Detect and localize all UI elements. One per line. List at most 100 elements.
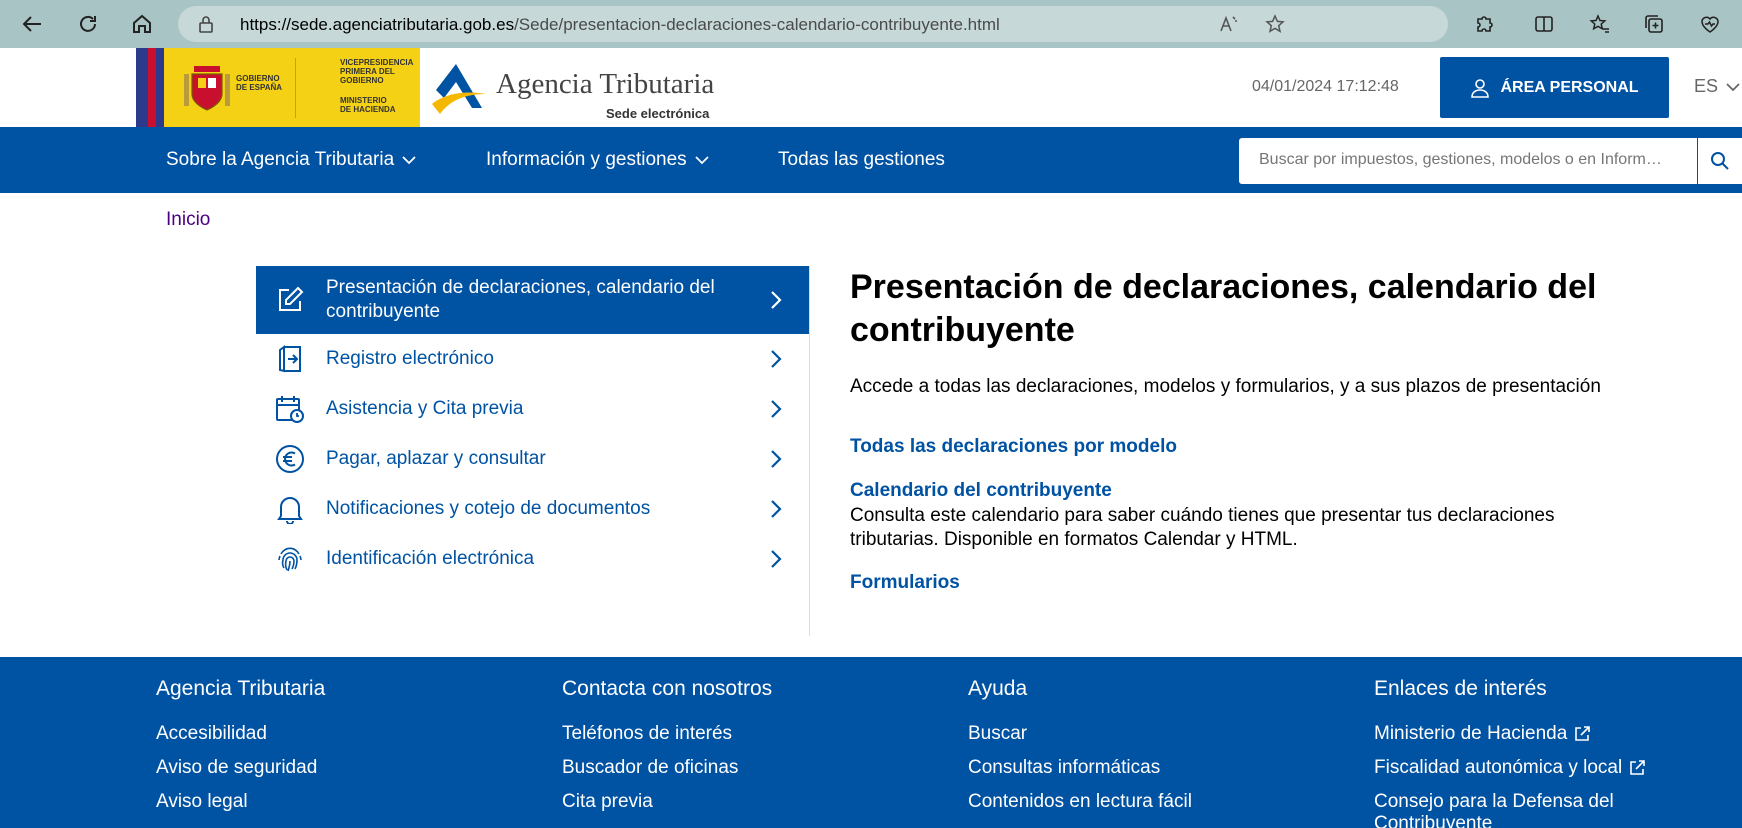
chevron-down-icon [695, 156, 709, 165]
gov-spain-text: GOBIERNO DE ESPAÑA [236, 74, 283, 92]
footer-heading: Enlaces de interés [1374, 677, 1547, 700]
aeat-symbol-icon [432, 64, 486, 114]
chevron-right-icon [771, 400, 782, 418]
menu-item-label: Asistencia y Cita previa [326, 398, 524, 419]
url-text[interactable]: https://sede.agenciatributaria.gob.es/Se… [240, 15, 1000, 35]
main-navigation: Sobre la Agencia Tributaria Información … [0, 127, 1742, 193]
footer-link-aviso-seguridad[interactable]: Aviso de seguridad [156, 751, 526, 785]
lock-icon[interactable] [198, 15, 214, 38]
bell-icon [274, 493, 306, 525]
nav-todas-gestiones[interactable]: Todas las gestiones [778, 149, 945, 171]
chevron-right-icon [771, 350, 782, 368]
chevron-right-icon [771, 450, 782, 468]
menu-item-label: Notificaciones y cotejo de documentos [326, 498, 651, 519]
logo-separator [295, 58, 296, 118]
site-footer: Agencia Tributaria Accesibilidad Aviso d… [0, 657, 1742, 828]
menu-item-notificaciones[interactable]: Notificaciones y cotejo de documentos [256, 484, 809, 534]
area-personal-label: ÁREA PERSONAL [1500, 78, 1639, 96]
nav-sobre-agencia[interactable]: Sobre la Agencia Tributaria [166, 149, 416, 171]
split-screen-icon[interactable] [1526, 6, 1562, 42]
footer-col-ayuda: Ayuda Buscar Consultas informáticas Cont… [968, 677, 1338, 819]
euro-icon [274, 443, 306, 475]
fingerprint-icon [274, 543, 306, 575]
browser-toolbar: https://sede.agenciatributaria.gob.es/Se… [0, 0, 1742, 48]
footer-link-buscar[interactable]: Buscar [968, 717, 1338, 751]
search-placeholder: Buscar por impuestos, gestiones, modelos… [1259, 151, 1664, 168]
footer-col-contacta: Contacta con nosotros Teléfonos de inter… [562, 677, 932, 819]
breadcrumb-inicio[interactable]: Inicio [166, 209, 210, 231]
menu-item-label: Presentación de declaraciones, calendari… [326, 277, 715, 322]
search-button[interactable] [1697, 138, 1742, 184]
calendario-description: Consulta este calendario para saber cuán… [850, 505, 1555, 550]
vicepresidencia-text: VICEPRESIDENCIA PRIMERA DEL GOBIERNO [340, 58, 414, 85]
language-selector[interactable]: ES [1694, 76, 1740, 97]
chevron-right-icon [771, 291, 782, 309]
chevron-right-icon [771, 500, 782, 518]
footer-link-label: Ministerio de Hacienda [1374, 723, 1568, 744]
footer-link-lectura-facil[interactable]: Contenidos en lectura fácil [968, 785, 1338, 819]
menu-item-label: Registro electrónico [326, 348, 494, 369]
page-title: Presentación de declaraciones, calendari… [850, 268, 1597, 349]
link-formularios[interactable]: Formularios [850, 572, 1730, 594]
home-icon[interactable] [124, 6, 160, 42]
footer-link-fiscalidad[interactable]: Fiscalidad autonómica y local [1374, 751, 1742, 785]
nav-informacion-gestiones[interactable]: Información y gestiones [486, 149, 709, 171]
extensions-icon[interactable] [1466, 6, 1502, 42]
search-icon [1711, 152, 1729, 170]
address-bar[interactable]: https://sede.agenciatributaria.gob.es/Se… [178, 6, 1448, 42]
favorite-star-icon[interactable] [1265, 14, 1285, 34]
collections-icon[interactable] [1636, 6, 1672, 42]
read-aloud-icon[interactable] [1218, 14, 1238, 34]
footer-link-label: Fiscalidad autonómica y local [1374, 757, 1623, 778]
current-datetime: 04/01/2024 17:12:48 [1252, 78, 1399, 95]
search-input[interactable]: Buscar por impuestos, gestiones, modelos… [1239, 138, 1701, 184]
menu-item-pagar[interactable]: Pagar, aplazar y consultar [256, 434, 809, 484]
footer-col-enlaces: Enlaces de interés Ministerio de Haciend… [1374, 677, 1742, 828]
footer-heading: Ayuda [968, 677, 1028, 700]
favorites-icon[interactable] [1582, 6, 1618, 42]
browser-essentials-icon[interactable] [1692, 6, 1728, 42]
brand-subtitle: Sede electrónica [606, 106, 710, 121]
door-in-icon [274, 343, 306, 375]
menu-item-asistencia[interactable]: Asistencia y Cita previa [256, 384, 809, 434]
nav-item-label: Sobre la Agencia Tributaria [166, 149, 395, 170]
footer-link-aviso-legal[interactable]: Aviso legal [156, 785, 526, 819]
external-link-icon [1630, 760, 1645, 775]
footer-link-telefonos[interactable]: Teléfonos de interés [562, 717, 932, 751]
content-divider [809, 266, 810, 636]
footer-link-consultas-informaticas[interactable]: Consultas informáticas [968, 751, 1338, 785]
language-label: ES [1694, 76, 1719, 96]
nav-item-label: Información y gestiones [486, 149, 687, 170]
chevron-down-icon [1726, 82, 1740, 91]
user-icon [1471, 78, 1490, 98]
external-link-icon [1575, 726, 1591, 741]
menu-item-label: Pagar, aplazar y consultar [326, 448, 546, 469]
chevron-right-icon [771, 550, 782, 568]
link-calendario-contribuyente[interactable]: Calendario del contribuyente [850, 480, 1730, 502]
refresh-icon[interactable] [70, 6, 106, 42]
back-icon[interactable] [14, 6, 50, 42]
footer-link-cita-previa[interactable]: Cita previa [562, 785, 932, 819]
site-header: GOBIERNO DE ESPAÑA VICEPRESIDENCIA PRIMERA… [0, 48, 1742, 127]
footer-heading: Agencia Tributaria [156, 677, 326, 700]
footer-heading: Contacta con nosotros [562, 677, 773, 700]
footer-link-accesibilidad[interactable]: Accesibilidad [156, 717, 526, 751]
area-personal-button[interactable]: ÁREA PERSONAL [1440, 57, 1669, 118]
footer-col-agencia: Agencia Tributaria Accesibilidad Aviso d… [156, 677, 526, 819]
menu-item-identificacion[interactable]: Identificación electrónica [256, 534, 809, 584]
nav-item-label: Todas las gestiones [778, 149, 945, 170]
footer-link-buscador-oficinas[interactable]: Buscador de oficinas [562, 751, 932, 785]
menu-item-registro[interactable]: Registro electrónico [256, 334, 809, 384]
calendar-clock-icon [274, 393, 306, 425]
link-declaraciones-por-modelo[interactable]: Todas las declaraciones por modelo [850, 436, 1730, 458]
menu-item-presentacion[interactable]: Presentación de declaraciones, calendari… [256, 266, 809, 334]
brand-name: Agencia Tributaria [496, 68, 715, 100]
side-menu: Presentación de declaraciones, calendari… [256, 266, 809, 584]
eu-flag-stripe [136, 48, 164, 127]
footer-link-ministerio-hacienda[interactable]: Ministerio de Hacienda [1374, 717, 1742, 751]
edit-icon [274, 284, 306, 316]
agencia-tributaria-logo[interactable]: Agencia Tributaria Sede electrónica [430, 58, 730, 121]
gobierno-espana-logo[interactable]: GOBIERNO DE ESPAÑA VICEPRESIDENCIA PRIMERA… [136, 48, 420, 127]
footer-link-consejo-defensa[interactable]: Consejo para la Defensa del Contribuyent… [1374, 791, 1664, 828]
chevron-down-icon [402, 156, 416, 165]
